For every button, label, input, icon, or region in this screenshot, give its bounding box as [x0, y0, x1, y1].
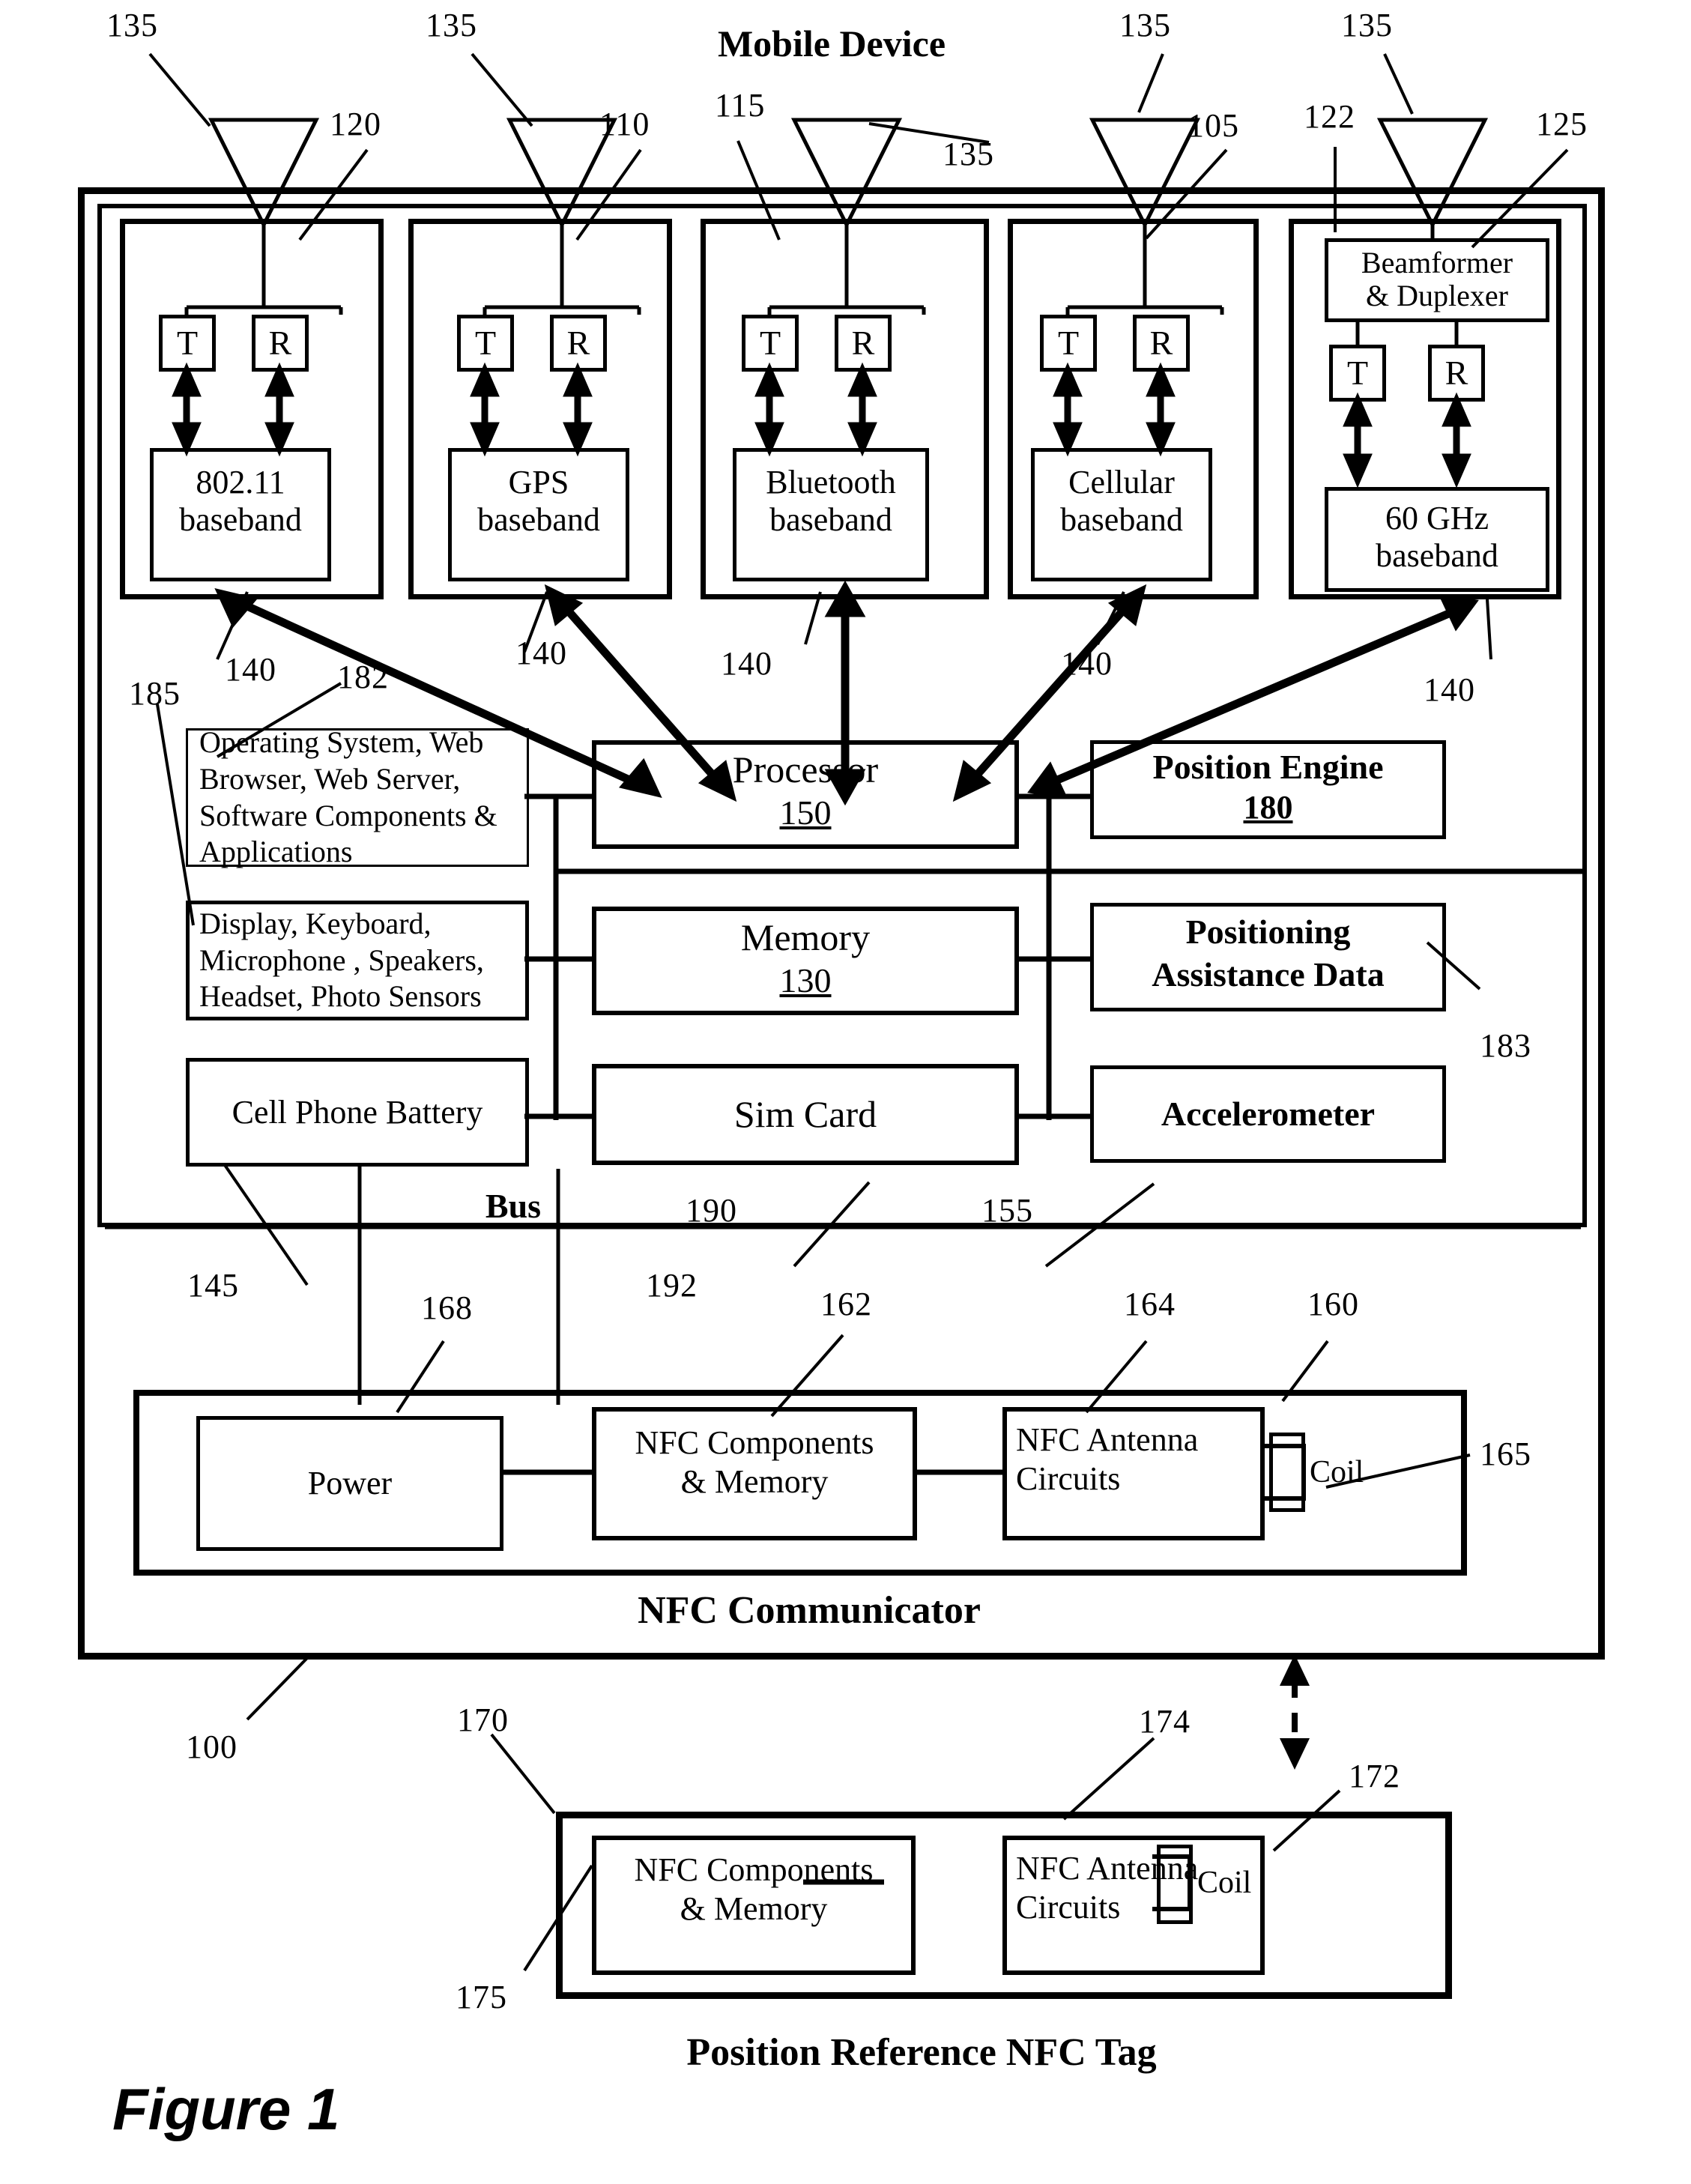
memory-number: 130 [779, 961, 832, 999]
ref-105: 105 [1188, 107, 1239, 144]
peripherals-label: Display, Keyboard, Microphone , Speakers… [199, 906, 484, 1014]
ref-175: 175 [456, 1979, 507, 2015]
nfc-components-line1: NFC Components [635, 1424, 874, 1462]
ref-185: 185 [129, 675, 181, 712]
ref-145: 145 [187, 1267, 239, 1304]
processor-label: Processor [732, 748, 879, 790]
rx-box-cellular: R [1133, 315, 1190, 372]
simcard-label: Sim Card [733, 1093, 877, 1135]
ref-190: 190 [686, 1192, 737, 1229]
nfc-power-label: Power [307, 1465, 393, 1502]
positioning-assistance-line1: Positioning [1185, 912, 1351, 951]
rx-box-bluetooth: R [835, 315, 892, 372]
figure-caption: Figure 1 [112, 2075, 340, 2142]
ref-162: 162 [820, 1286, 872, 1322]
position-engine-label: Position Engine [1152, 747, 1384, 786]
baseband-label-802-l2: baseband [179, 501, 302, 539]
tx-box-60ghz: T [1329, 345, 1386, 402]
nfc-coil-box [1269, 1433, 1305, 1512]
memory-label: Memory [740, 916, 871, 958]
nfc-components-line2: & Memory [680, 1463, 829, 1501]
ref-115: 115 [715, 87, 766, 124]
baseband-label-60-l1: 60 GHz [1385, 500, 1489, 537]
ref-170: 170 [457, 1701, 509, 1738]
ref-122: 122 [1304, 98, 1355, 135]
ref-168: 168 [421, 1289, 473, 1326]
position-engine-number: 180 [1243, 789, 1293, 826]
bus-label: Bus [485, 1186, 542, 1225]
ref-140-gps: 140 [515, 635, 567, 671]
ref-135-e: 135 [943, 136, 994, 172]
baseband-label-802-l1: 802.11 [196, 464, 285, 501]
rx-box-802: R [252, 315, 309, 372]
ref-183: 183 [1480, 1027, 1531, 1064]
ref-135-b: 135 [426, 7, 477, 43]
baseband-label-cell-l2: baseband [1060, 501, 1183, 539]
baseband-label-60-l2: baseband [1376, 537, 1498, 575]
beamformer-label-line1: Beamformer [1361, 246, 1513, 280]
tag-components-line1: NFC Components [634, 1851, 874, 1889]
device-title: Mobile Device [717, 22, 946, 64]
positioning-assistance-line2: Assistance Data [1152, 955, 1385, 993]
ref-140-cell: 140 [1061, 645, 1113, 682]
ref-100: 100 [186, 1728, 238, 1765]
tx-box-gps: T [457, 315, 514, 372]
ref-135-c: 135 [1119, 7, 1171, 43]
baseband-label-gps-l2: baseband [477, 501, 600, 539]
ref-155: 155 [981, 1192, 1033, 1229]
ref-160: 160 [1307, 1286, 1359, 1322]
ref-164: 164 [1124, 1286, 1176, 1322]
nfc-antenna-line2: Circuits [1016, 1460, 1121, 1498]
ref-172: 172 [1349, 1758, 1400, 1794]
ref-125: 125 [1536, 106, 1588, 142]
ref-140-802: 140 [225, 651, 276, 688]
ref-135-d: 135 [1341, 7, 1393, 43]
rx-box-gps: R [550, 315, 607, 372]
accelerometer-label: Accelerometer [1161, 1094, 1376, 1133]
nfc-tag-title: Position Reference NFC Tag [686, 2031, 1157, 2075]
tag-components-line2: & Memory [680, 1890, 828, 1928]
baseband-label-gps-l1: GPS [508, 464, 569, 501]
ref-165: 165 [1480, 1436, 1531, 1472]
tag-coil-label: Coil [1197, 1866, 1252, 1901]
nfc-antenna-line1: NFC Antenna [1016, 1421, 1199, 1459]
processor-number: 150 [779, 793, 832, 832]
tx-box-bluetooth: T [742, 315, 799, 372]
ref-140-60: 140 [1424, 671, 1475, 708]
ref-174: 174 [1139, 1703, 1191, 1740]
ref-192: 192 [646, 1267, 698, 1304]
ref-182: 182 [337, 659, 389, 695]
baseband-label-bt-l2: baseband [769, 501, 892, 539]
nfc-coil-label: Coil [1310, 1455, 1364, 1490]
ref-140-bt: 140 [721, 645, 772, 682]
beamformer-label-line2: & Duplexer [1366, 279, 1508, 313]
tx-box-802: T [159, 315, 216, 372]
ref-120: 120 [330, 106, 381, 142]
ref-110: 110 [599, 106, 650, 142]
ref-135-a: 135 [106, 7, 158, 43]
tx-box-cellular: T [1040, 315, 1097, 372]
rx-box-60ghz: R [1428, 345, 1485, 402]
software-components-label: Operating System, Web Browser, Web Serve… [199, 725, 497, 869]
battery-label: Cell Phone Battery [232, 1093, 483, 1131]
baseband-label-cell-l1: Cellular [1068, 464, 1175, 501]
tag-coil-box [1157, 1845, 1193, 1924]
baseband-label-bt-l1: Bluetooth [766, 464, 896, 501]
nfc-communicator-title: NFC Communicator [638, 1589, 981, 1633]
